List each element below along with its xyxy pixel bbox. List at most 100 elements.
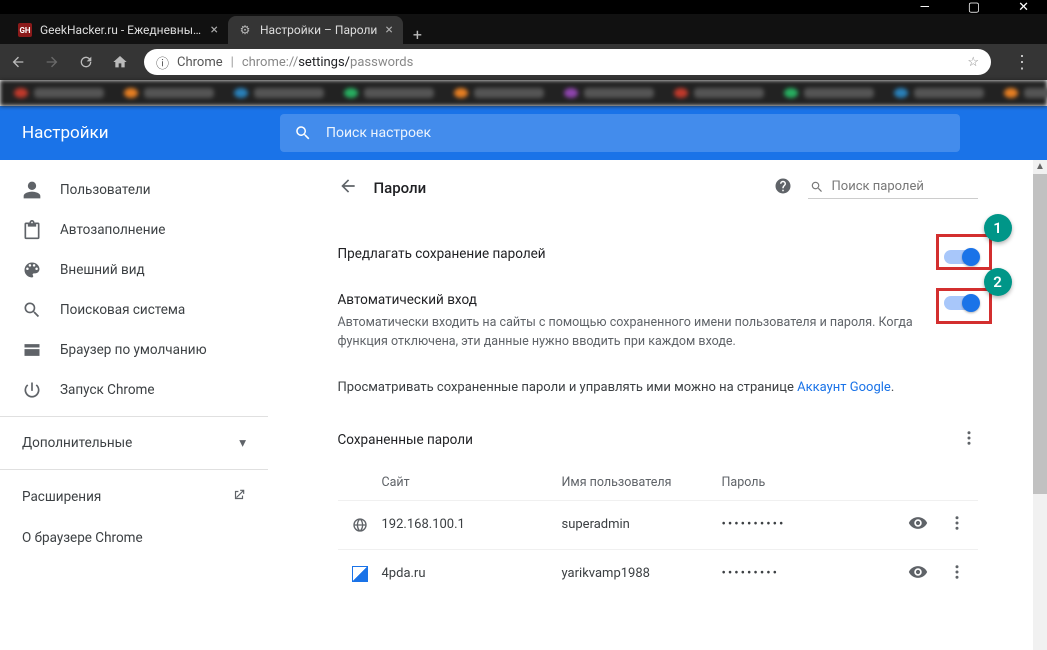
settings-search-placeholder: Поиск настроек [326,125,431,141]
address-bar-row: ⓘ Chrome | chrome://settings/passwords ☆… [0,44,1047,80]
browser-icon [22,340,42,360]
sidebar-item-label: Пользователи [60,182,151,198]
user-icon [22,180,42,200]
sidebar-item-appearance[interactable]: Внешний вид [0,250,268,290]
sidebar-item-default-browser[interactable]: Браузер по умолчанию [0,330,268,370]
annotation-box-1 [936,234,992,270]
home-icon[interactable] [112,54,128,70]
chevron-down-icon: ▾ [239,435,246,451]
cell-site: 4pda.ru [382,566,562,581]
bookmarks-bar[interactable] [0,80,1047,106]
browser-tab[interactable]: GH GeekHacker.ru - Ежедневный жу × [8,16,228,44]
new-tab-button[interactable]: + [403,25,432,44]
browser-tab-strip: GH GeekHacker.ru - Ежедневный жу × ⚙ Нас… [0,14,1047,44]
annotation-box-2 [936,288,992,324]
palette-icon [22,260,42,280]
password-search-placeholder: Поиск паролей [832,179,924,194]
google-account-link[interactable]: Аккаунт Google [797,380,891,395]
page-title: Пароли [374,179,427,197]
site-favicon-4pda [352,566,368,582]
power-icon [22,380,42,400]
annotation-badge-1: 1 [984,214,1012,242]
settings-sidebar: Пользователи Автозаполнение Внешний вид … [0,160,268,650]
password-row[interactable]: 4pda.ru yarikvamp1988 ••••••••• [338,549,978,598]
sidebar-item-search-engine[interactable]: Поисковая система [0,290,268,330]
column-user: Имя пользователя [562,475,722,490]
settings-header: Настройки Поиск настроек [0,106,1047,160]
sidebar-item-label: Расширения [22,489,101,505]
sidebar-item-autofill[interactable]: Автозаполнение [0,210,268,250]
sidebar-advanced-toggle[interactable]: Дополнительные ▾ [0,423,268,463]
browser-tab-active[interactable]: ⚙ Настройки – Пароли × [228,16,403,44]
close-icon[interactable]: × [211,22,218,38]
settings-search-box[interactable]: Поиск настроек [280,114,960,152]
show-password-button[interactable] [908,562,948,586]
settings-app-title: Настройки [0,123,280,143]
show-password-button[interactable] [908,513,948,537]
tab-title: GeekHacker.ru - Ежедневный жу [40,23,203,37]
gear-icon: ⚙ [238,23,252,37]
external-link-icon [232,488,246,506]
clipboard-icon [22,220,42,240]
search-icon [810,180,824,194]
omnibox-url: chrome://settings/passwords [242,55,414,70]
nav-forward-icon[interactable] [44,54,60,70]
omnibox[interactable]: ⓘ Chrome | chrome://settings/passwords ☆ [144,49,991,75]
setting-auto-signin: Автоматический вход Автоматически входит… [338,278,978,366]
nav-back-icon[interactable] [10,54,26,70]
window-minimize-button[interactable]: — [920,0,930,15]
globe-icon [352,517,368,533]
browser-menu-button[interactable]: ⋮ [1007,52,1037,73]
omnibox-separator: | [231,55,234,70]
saved-passwords-menu-button[interactable] [960,429,978,451]
scroll-up-icon[interactable]: ▲ [1033,160,1047,174]
password-row[interactable]: 192.168.100.1 superadmin •••••••••• [338,500,978,549]
saved-passwords-header: Сохраненные пароли [338,432,473,448]
row-menu-button[interactable] [948,563,978,585]
settings-content: Пароли Поиск паролей Предлагать сохранен… [268,160,1047,650]
close-icon[interactable]: × [385,22,392,38]
content-scrollbar[interactable]: ▲ [1033,160,1047,650]
cell-site: 192.168.100.1 [382,517,562,532]
window-controls: — ▢ ✕ [0,0,1047,14]
setting-label: Предлагать сохранение паролей [338,246,924,262]
tab-title: Настройки – Пароли [260,23,377,37]
sidebar-item-extensions[interactable]: Расширения [0,476,268,518]
back-button[interactable] [338,176,358,200]
help-icon[interactable] [774,177,792,199]
reload-icon[interactable] [78,54,94,70]
sidebar-item-label: О браузере Chrome [22,530,143,546]
column-password: Пароль [722,475,978,490]
sidebar-item-label: Внешний вид [60,262,145,278]
cell-password: •••••••••• [722,517,908,532]
bookmark-star-icon[interactable]: ☆ [967,55,979,70]
search-icon [294,124,312,142]
window-maximize-button[interactable]: ▢ [968,0,980,15]
sidebar-item-label: Дополнительные [22,435,132,451]
password-table-header: Сайт Имя пользователя Пароль [338,465,978,500]
favicon-geekhacker: GH [18,23,32,37]
sidebar-item-label: Автозаполнение [60,222,165,238]
sidebar-item-about[interactable]: О браузере Chrome [0,518,268,558]
cell-username: yarikvamp1988 [562,566,722,581]
sidebar-item-label: Браузер по умолчанию [60,342,207,358]
cell-username: superadmin [562,517,722,532]
sidebar-item-label: Поисковая система [60,302,185,318]
column-site: Сайт [382,475,562,490]
scroll-thumb[interactable] [1033,174,1047,494]
password-search-input[interactable]: Поиск паролей [808,177,978,199]
search-icon [22,300,42,320]
omnibox-chrome-label: Chrome [177,55,223,70]
site-info-icon[interactable]: ⓘ [156,53,169,72]
setting-label: Автоматический вход [338,292,924,308]
sidebar-item-users[interactable]: Пользователи [0,170,268,210]
window-close-button[interactable]: ✕ [1018,0,1029,15]
setting-description: Автоматически входить на сайты с помощью… [338,314,924,352]
setting-offer-save-passwords: Предлагать сохранение паролей 1 [338,232,978,278]
nav-buttons [10,54,128,70]
sidebar-item-label: Запуск Chrome [60,382,155,398]
sidebar-item-startup[interactable]: Запуск Chrome [0,370,268,410]
manage-passwords-info: Просматривать сохраненные пароли и управ… [338,366,978,415]
row-menu-button[interactable] [948,514,978,536]
annotation-badge-2: 2 [984,268,1012,296]
